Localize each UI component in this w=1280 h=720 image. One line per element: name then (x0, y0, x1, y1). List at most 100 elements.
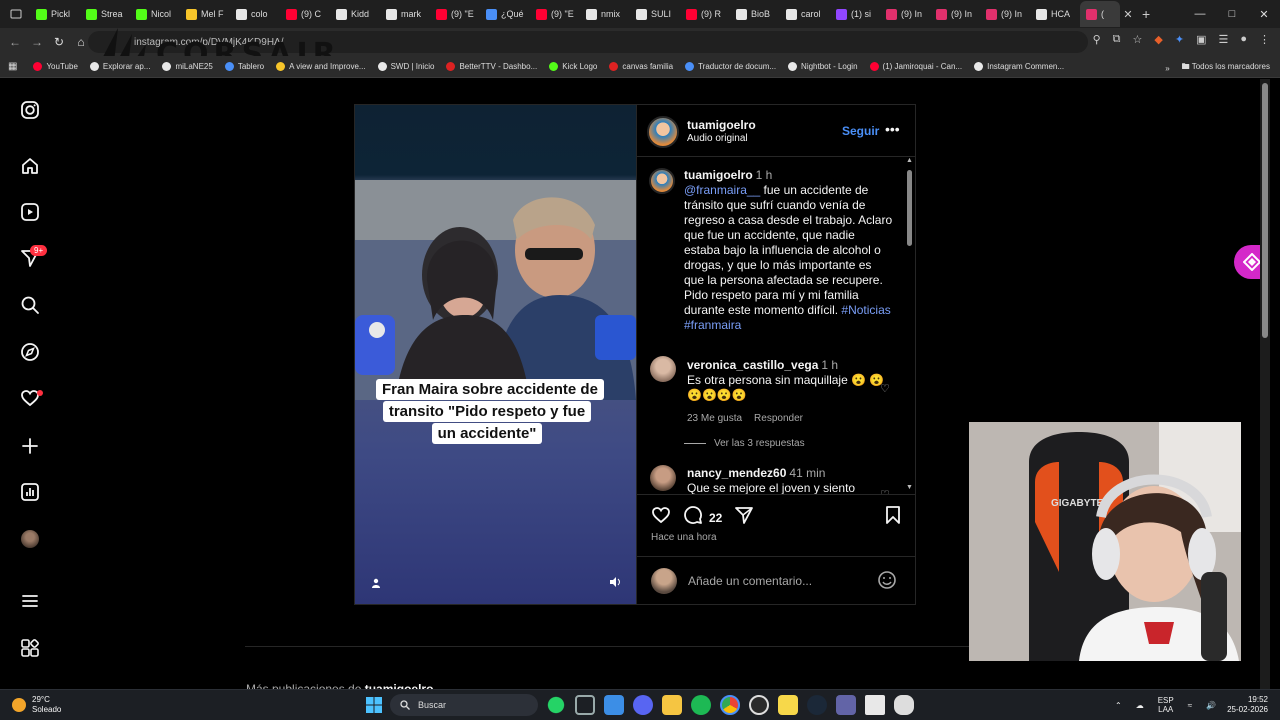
browser-tab[interactable]: (9) C (280, 1, 330, 27)
bookmark-item[interactable]: Nightbot - Login (788, 62, 858, 71)
search-nav-icon[interactable] (19, 294, 41, 316)
browser-tab[interactable]: BioB (730, 1, 780, 27)
active-browser-tab[interactable]: ( (1080, 1, 1120, 27)
bookmark-item[interactable]: (1) Jamiroquai - Can... (869, 62, 962, 71)
browser-tab[interactable]: SULI (630, 1, 680, 27)
browser-tab[interactable]: Strea (80, 1, 130, 27)
audio-icon[interactable] (609, 576, 621, 591)
back-icon[interactable]: ← (4, 35, 26, 49)
browser-tab[interactable]: (9) In (980, 1, 1030, 27)
star-icon[interactable]: ☆ (1133, 33, 1143, 46)
follow-button[interactable]: Seguir (842, 124, 879, 138)
scroll-down-icon[interactable]: ▼ (906, 484, 913, 491)
chrome-icon[interactable] (720, 695, 740, 715)
browser-tab[interactable]: carol (780, 1, 830, 27)
forward-icon[interactable]: → (26, 35, 48, 49)
home-nav-icon[interactable] (19, 155, 41, 177)
bookmark-item[interactable]: Explorar ap... (89, 62, 150, 71)
page-scroll-thumb[interactable] (1262, 83, 1268, 338)
share-icon[interactable] (734, 505, 754, 530)
steam-icon[interactable] (807, 695, 827, 715)
reload-icon[interactable]: ↻ (48, 35, 70, 49)
close-tab-icon[interactable]: ✕ (1120, 8, 1136, 21)
zoom-icon[interactable]: ⚲ (1093, 33, 1101, 46)
extension-fox-icon[interactable]: ◆ (1154, 33, 1162, 46)
close-window-icon[interactable]: ✕ (1248, 0, 1280, 28)
bookmark-item[interactable]: BetterTTV - Dashbo... (446, 62, 537, 71)
more-options-icon[interactable]: ••• (885, 121, 900, 137)
dashboard-icon[interactable] (19, 481, 41, 503)
bookmark-item[interactable]: SWD | Inicio (377, 62, 434, 71)
bookmark-item[interactable]: Kick Logo (549, 62, 597, 71)
minimize-icon[interactable]: — (1184, 0, 1216, 28)
comments-scroll-thumb[interactable] (907, 170, 912, 246)
instagram-logo-icon[interactable] (19, 99, 41, 121)
caption-hashtag-franmaira[interactable]: #franmaira (684, 318, 741, 332)
windows-start-icon[interactable] (366, 697, 382, 718)
teams-icon[interactable] (836, 695, 856, 715)
comment-bubble-icon[interactable] (683, 505, 703, 530)
language-indicator[interactable]: ESP LAA (1158, 696, 1174, 714)
taskbar-search[interactable]: Buscar (390, 694, 538, 716)
apps-grid-icon[interactable]: ▦ (8, 61, 17, 72)
also-from-meta-icon[interactable] (19, 637, 41, 659)
page-scrollbar[interactable] (1260, 79, 1270, 689)
create-plus-icon[interactable] (19, 435, 41, 457)
volume-icon[interactable]: 🔊 (1206, 701, 1216, 710)
explore-icon[interactable] (19, 341, 41, 363)
wifi-icon[interactable]: ≈ (1188, 701, 1192, 710)
menu-list-icon[interactable]: ☰ (1218, 33, 1228, 46)
reply-button[interactable]: Responder (754, 413, 803, 424)
browser-tab[interactable]: (1) si (830, 1, 880, 27)
browser-tab[interactable]: HCA (1030, 1, 1080, 27)
sticky-notes-icon[interactable] (778, 695, 798, 715)
discord-icon[interactable] (633, 695, 653, 715)
comment-avatar[interactable] (650, 356, 676, 382)
save-bookmark-icon[interactable] (883, 505, 903, 530)
comment-avatar[interactable] (650, 465, 676, 491)
scroll-up-icon[interactable]: ▲ (906, 158, 913, 164)
profile-avatar[interactable] (19, 528, 41, 550)
url-input[interactable]: instagram.com/p/DVMjK4KD9HA/ (88, 31, 1088, 53)
bookmark-item[interactable]: Instagram Commen... (974, 62, 1064, 71)
all-bookmarks-button[interactable]: 🖿 Todos los marcadores (1182, 61, 1270, 75)
install-icon[interactable]: ⧉ (1113, 33, 1121, 46)
author-username[interactable]: tuamigoelro (687, 118, 756, 132)
browser-tab[interactable]: nmix (580, 1, 630, 27)
notepad-icon[interactable] (604, 695, 624, 715)
spotify-icon[interactable] (691, 695, 711, 715)
browser-tab[interactable]: Nicol (130, 1, 180, 27)
tagged-user-icon[interactable] (371, 578, 381, 591)
whatsapp-icon[interactable] (546, 695, 566, 715)
author-avatar[interactable] (647, 116, 679, 148)
tab-search-icon[interactable] (4, 1, 30, 27)
bookmark-item[interactable]: A view and Improve... (276, 62, 366, 71)
view-replies-button[interactable]: Ver las 3 respuestas (684, 438, 805, 449)
comments-scrollbar[interactable]: ▲ ▼ (906, 158, 914, 492)
reels-icon[interactable] (19, 201, 41, 223)
document-icon[interactable] (865, 695, 885, 715)
bookmark-item[interactable]: miLaNE25 (162, 62, 213, 71)
browser-tab[interactable]: ¿Qué (480, 1, 530, 27)
caption-mention[interactable]: @franmaira__ (684, 183, 760, 197)
emoji-icon[interactable] (877, 570, 897, 595)
weather-widget[interactable]: 29°C Soleado (12, 695, 61, 715)
file-explorer-icon[interactable] (662, 695, 682, 715)
browser-tab[interactable]: colo (230, 1, 280, 27)
more-icon[interactable]: ⋮ (1259, 33, 1270, 46)
extension-blue-icon[interactable]: ✦ (1175, 33, 1184, 46)
tray-overflow-icon[interactable]: ⌃ (1115, 701, 1122, 710)
comment-username[interactable]: veronica_castillo_vega (687, 358, 818, 372)
browser-tab[interactable]: (9) In (880, 1, 930, 27)
browser-tab[interactable]: (9) "E (530, 1, 580, 27)
taskbar-clock[interactable]: 19:52 25-02-2026 (1226, 695, 1268, 715)
bookmarks-overflow-icon[interactable]: » (1165, 64, 1169, 73)
caption-avatar[interactable] (649, 168, 675, 194)
browser-tab[interactable]: mark (380, 1, 430, 27)
caption-username[interactable]: tuamigoelro (684, 168, 753, 182)
comment-like-heart-icon[interactable]: ♡ (880, 382, 890, 395)
extensions-icon[interactable]: ▣ (1196, 33, 1206, 46)
browser-tab[interactable]: (9) "E (430, 1, 480, 27)
audio-label[interactable]: Audio original (687, 133, 748, 144)
obs-icon[interactable] (749, 695, 769, 715)
